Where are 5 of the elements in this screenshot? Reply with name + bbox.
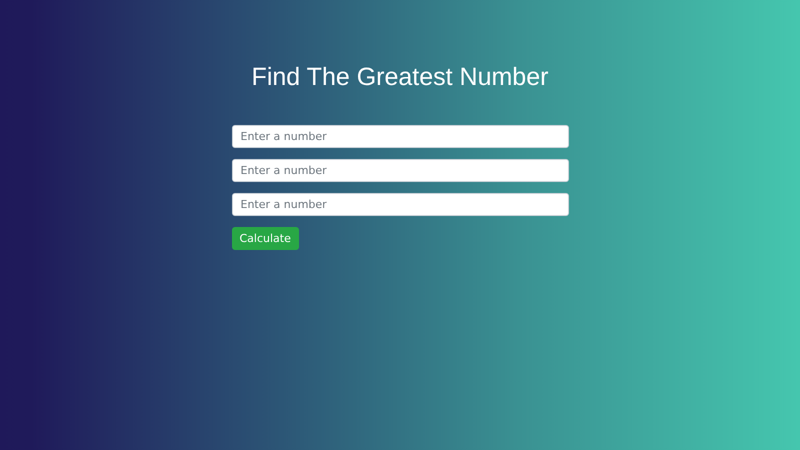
number-input-field[interactable]: Enter a number <box>232 159 568 182</box>
page-title: Find The Greatest Number <box>252 62 548 93</box>
number-input-field[interactable]: Enter a number <box>232 193 568 216</box>
calculate-button[interactable]: Calculate <box>232 227 299 250</box>
number-input-field[interactable]: Enter a number <box>232 125 568 148</box>
